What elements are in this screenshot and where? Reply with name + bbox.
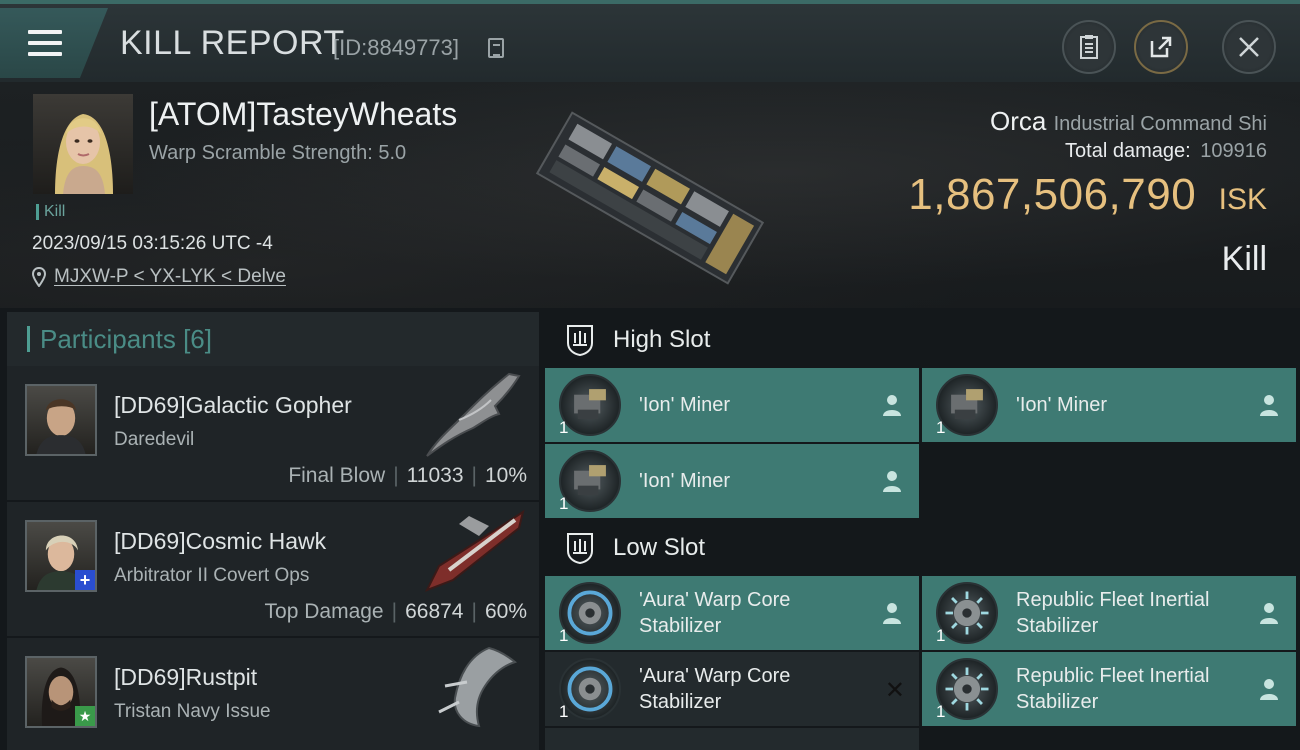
module-quantity: 1 xyxy=(559,702,569,721)
participant-label: Final Blow xyxy=(288,464,386,487)
module-name: 'Aura' Warp Core Stabilizer xyxy=(639,589,791,637)
module-quantity: 1 xyxy=(559,494,569,513)
share-button[interactable] xyxy=(1134,20,1188,74)
module-name: 'Ion' Miner xyxy=(639,470,731,492)
fitting-panel: High Slot 1 'Ion' Miner 1 'Ion' Miner 1 … xyxy=(545,312,1300,750)
warp-scramble-strength: Warp Scramble Strength: 5.0 xyxy=(149,142,407,164)
total-damage: Total damage: 109916 xyxy=(1065,140,1267,163)
dropped-person-icon xyxy=(1260,679,1278,700)
victim-portrait[interactable] xyxy=(33,94,133,194)
clipboard-icon xyxy=(1080,35,1098,59)
module-name: Republic Fleet Inertial Stabilizer xyxy=(1016,589,1210,637)
high-slot-icon xyxy=(567,325,593,357)
module-quantity: 1 xyxy=(559,626,569,645)
module-item[interactable]: 1 'Ion' Miner xyxy=(545,368,919,442)
dropped-person-icon xyxy=(883,395,901,416)
star-badge-icon: ★ xyxy=(75,706,95,726)
kill-tag: Kill xyxy=(36,204,65,220)
participant-row[interactable]: + [DD69]Cosmic Hawk Arbitrator II Covert… xyxy=(7,502,539,638)
participant-stats: Final Blow | 11033 | 10% xyxy=(288,464,527,487)
module-item[interactable]: 1 'Aura' Warp Core Stabilizer xyxy=(545,576,919,650)
plus-badge-icon: + xyxy=(75,570,95,590)
copy-id-icon[interactable] xyxy=(488,38,504,58)
participant-stats: Top Damage | 66874 | 60% xyxy=(264,600,527,623)
participant-avatar: + xyxy=(25,520,97,592)
module-quantity: 1 xyxy=(936,418,946,437)
module-item[interactable]: 1 Republic Fleet Inertial Stabilizer xyxy=(922,576,1296,650)
low-slot-icon xyxy=(567,533,593,565)
victim-ship[interactable]: Orca Industrial Command Shi xyxy=(990,106,1267,137)
participant-ship-image xyxy=(438,646,518,728)
ship-class: Industrial Command Shi xyxy=(1053,113,1267,135)
isk-unit: ISK xyxy=(1218,183,1267,216)
participant-ship: Tristan Navy Issue xyxy=(114,701,271,722)
menu-button[interactable] xyxy=(0,8,108,78)
low-slot-title: Low Slot xyxy=(613,534,706,561)
close-icon xyxy=(1239,37,1259,57)
ship-name: Orca xyxy=(989,106,1047,136)
module-name: 'Aura' Warp Core Stabilizer xyxy=(639,665,791,713)
share-icon xyxy=(1150,36,1172,58)
dropped-person-icon xyxy=(883,603,901,624)
module-item[interactable]: 1 Republic Fleet Inertial Stabilizer xyxy=(922,652,1296,726)
participant-name: [DD69]Rustpit xyxy=(114,664,258,690)
location-link[interactable]: MJXW-P < YX-LYK < Delve xyxy=(32,266,286,288)
participant-percent: 60% xyxy=(484,600,527,623)
module-quantity: 1 xyxy=(936,702,946,721)
high-slot-header: High Slot xyxy=(545,312,1300,368)
module-name: Republic Fleet Inertial Stabilizer xyxy=(1016,665,1210,713)
module-item[interactable]: 1 'Ion' Miner xyxy=(922,368,1296,442)
module-item[interactable]: 1 'Ion' Miner xyxy=(545,444,919,518)
dropped-person-icon xyxy=(1260,395,1278,416)
victim-panel: [ATOM]TasteyWheats Warp Scramble Strengt… xyxy=(0,82,1300,308)
participants-count: [6] xyxy=(183,323,212,354)
total-damage-label: Total damage: xyxy=(1065,140,1191,162)
location-text: MJXW-P < YX-LYK < Delve xyxy=(54,266,286,287)
destroyed-x-icon: ✕ xyxy=(884,677,905,704)
module-item-partial[interactable] xyxy=(545,728,919,750)
participant-row[interactable]: ★ [DD69]Rustpit Tristan Navy Issue xyxy=(7,638,539,750)
dropped-person-icon xyxy=(1260,603,1278,624)
clipboard-button[interactable] xyxy=(1062,20,1116,74)
isk-value: 1,867,506,790 xyxy=(908,170,1197,219)
header-accent-bar xyxy=(27,326,30,352)
low-slot-header: Low Slot xyxy=(545,520,1300,576)
victim-ship-image[interactable] xyxy=(510,108,790,288)
victim-pilot-name[interactable]: [ATOM]TasteyWheats xyxy=(149,96,457,133)
kill-id: [ID:8849773] xyxy=(333,35,459,60)
close-button[interactable] xyxy=(1222,20,1276,74)
page-title: KILL REPORT xyxy=(120,24,345,62)
participant-name: [DD69]Galactic Gopher xyxy=(114,392,352,418)
high-slot-title: High Slot xyxy=(613,326,711,353)
participant-row[interactable]: [DD69]Galactic Gopher Daredevil Final Bl… xyxy=(7,366,539,502)
module-quantity: 1 xyxy=(936,626,946,645)
participant-avatar: ★ xyxy=(25,656,97,728)
participants-title: Participants xyxy=(40,323,176,354)
module-quantity: 1 xyxy=(559,418,569,437)
participant-ship: Daredevil xyxy=(114,429,195,450)
participant-damage: 11033 xyxy=(406,464,464,487)
participant-label: Top Damage xyxy=(264,600,384,623)
kill-datetime: 2023/09/15 03:15:26 UTC -4 xyxy=(32,233,273,254)
participant-percent: 10% xyxy=(484,464,527,487)
title-bar: KILL REPORT [ID:8849773] xyxy=(0,0,1300,82)
dropped-person-icon xyxy=(883,471,901,492)
total-damage-value: 109916 xyxy=(1200,140,1267,162)
participant-avatar xyxy=(25,384,97,456)
module-name: 'Ion' Miner xyxy=(639,394,731,416)
hamburger-icon xyxy=(28,30,62,60)
module-name: 'Ion' Miner xyxy=(1016,394,1108,416)
participant-ship: Arbitrator II Covert Ops xyxy=(114,565,310,586)
participant-ship-image xyxy=(424,509,525,592)
result-label: Kill xyxy=(1221,240,1267,278)
participant-ship-image xyxy=(426,372,521,457)
participants-panel: Participants [6] [DD69]Galactic Gopher D… xyxy=(7,312,539,750)
isk-value-line: 1,867,506,790 ISK xyxy=(908,170,1267,220)
participants-header: Participants [6] xyxy=(7,312,539,366)
location-pin-icon xyxy=(32,267,46,287)
participant-name: [DD69]Cosmic Hawk xyxy=(114,528,327,554)
participant-damage: 66874 xyxy=(405,600,464,623)
module-item[interactable]: 1 'Aura' Warp Core Stabilizer ✕ xyxy=(545,652,919,726)
